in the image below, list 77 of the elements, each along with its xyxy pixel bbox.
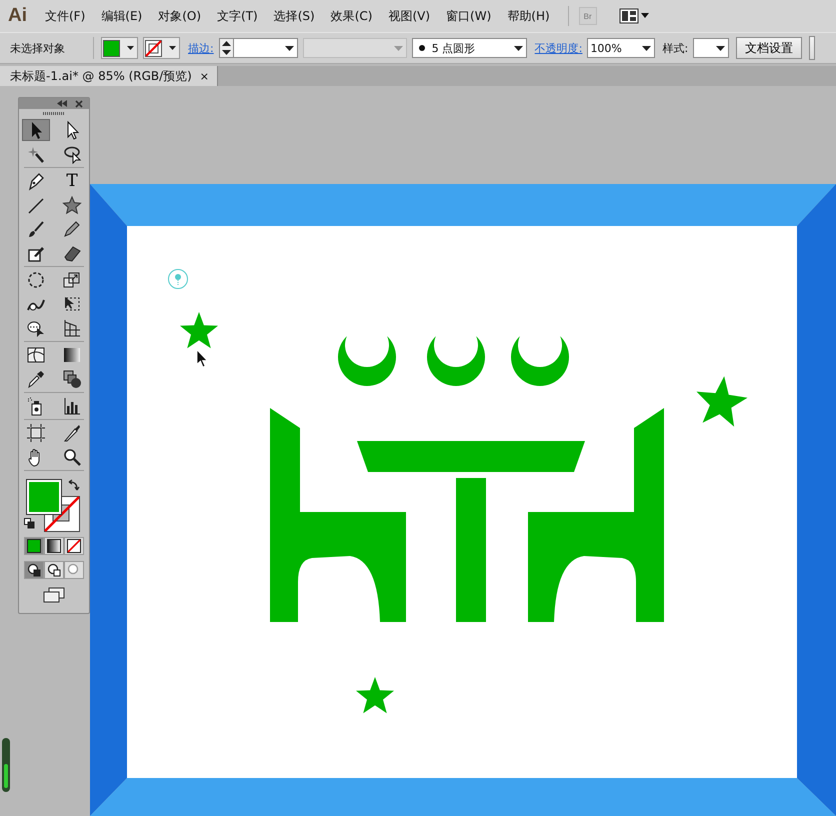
close-icon[interactable]: × <box>200 70 209 82</box>
gradient-icon <box>62 345 82 365</box>
crescent-shape <box>338 336 396 386</box>
app-logo: Ai <box>8 5 27 27</box>
caret-icon <box>713 46 726 50</box>
anchor-point-icon <box>168 269 188 289</box>
color-mode-button[interactable] <box>64 537 84 555</box>
draw-normal-icon <box>27 563 41 577</box>
menu-item[interactable]: 视图(V) <box>388 8 430 24</box>
toolbar-button[interactable] <box>809 36 816 60</box>
menu-item[interactable]: 效果(C) <box>330 8 372 24</box>
stroke-link[interactable]: 描边: <box>188 40 214 56</box>
collapse-icon[interactable] <box>57 100 67 107</box>
document-setup-button[interactable]: 文档设置 <box>736 37 802 59</box>
menu-item[interactable]: 文件(F) <box>45 8 86 24</box>
brush-dot-icon <box>418 45 425 51</box>
drawing-mode-button[interactable] <box>24 561 44 579</box>
draw-inside-icon <box>67 563 81 577</box>
menu-item[interactable]: 编辑(E) <box>101 8 142 24</box>
swap-icon[interactable] <box>68 479 80 491</box>
stroke-weight-field[interactable] <box>218 38 298 58</box>
brush-icon <box>26 219 46 239</box>
opacity-link[interactable]: 不透明度: <box>534 40 582 56</box>
fill-color-swatch[interactable] <box>26 479 62 515</box>
style-dropdown[interactable] <box>693 38 730 58</box>
zoom-icon <box>62 447 82 467</box>
drawing-mode-button[interactable] <box>44 561 64 579</box>
stroke-dropdown[interactable] <box>143 37 180 59</box>
star-shape <box>696 376 748 427</box>
close-icon[interactable] <box>75 100 83 108</box>
scale-icon <box>62 270 82 290</box>
color-mode-icon <box>27 539 41 553</box>
draw-behind-icon <box>47 563 61 577</box>
blend-icon <box>62 369 82 389</box>
pencil-icon <box>62 219 82 239</box>
brush-dropdown[interactable]: 5 点圆形 <box>412 38 527 58</box>
menu-item[interactable]: 窗口(W) <box>446 8 492 24</box>
mouse-cursor-icon <box>196 349 208 368</box>
knife-icon <box>62 423 82 443</box>
selection-status: 未选择对象 <box>10 40 66 56</box>
menu-item[interactable]: 对象(O) <box>158 8 202 24</box>
perspective-grid-icon <box>62 318 82 338</box>
pen-icon <box>26 171 46 191</box>
star-shape <box>180 312 218 348</box>
fill-dropdown[interactable] <box>101 37 138 59</box>
rotate-icon <box>26 270 46 290</box>
no-stroke-icon <box>145 40 162 56</box>
default-colors-icon[interactable] <box>24 518 35 529</box>
crescent-shape <box>511 336 569 386</box>
lasso-icon <box>62 144 82 164</box>
star-shape <box>356 677 394 714</box>
screen-mode-icon[interactable] <box>43 587 65 603</box>
workspace-switcher-icon[interactable] <box>618 8 651 24</box>
color-mode-button[interactable] <box>44 537 64 555</box>
menu-item[interactable]: 文字(T) <box>217 8 258 24</box>
caret-icon <box>639 46 652 50</box>
crescent-shape <box>427 336 485 386</box>
tool-button[interactable]: T <box>58 170 86 192</box>
none-mode-icon <box>67 539 81 553</box>
bar-graph-icon <box>62 396 82 416</box>
opacity-dropdown[interactable]: 100% <box>587 38 656 58</box>
scroll-indicator-icon <box>2 738 10 792</box>
grip-icon[interactable] <box>43 112 65 115</box>
spinner-icon[interactable] <box>220 39 234 57</box>
artboard-icon <box>26 423 46 443</box>
color-mode-button[interactable] <box>24 537 44 555</box>
style-label: 样式: <box>662 40 688 56</box>
gradient-mode-icon <box>47 539 61 553</box>
caret-icon <box>166 46 176 50</box>
caret-icon <box>124 46 134 50</box>
star-icon <box>62 195 82 215</box>
document-tab[interactable]: 未标题-1.ai* @ 85% (RGB/预览) × <box>0 66 218 86</box>
eyedropper-icon <box>26 369 46 389</box>
fill-swatch <box>103 40 120 56</box>
mesh-icon <box>26 345 46 365</box>
menu-item[interactable]: 帮助(H) <box>507 8 550 24</box>
menu-item[interactable]: 选择(S) <box>274 8 315 24</box>
